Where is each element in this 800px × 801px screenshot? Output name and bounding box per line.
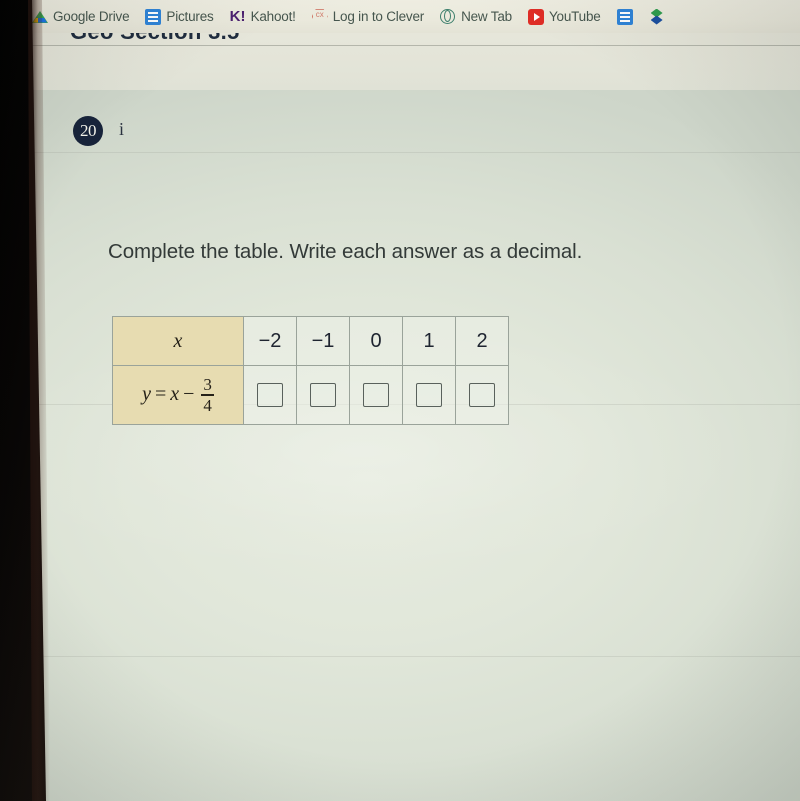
browser-screen: 20 i Complete the table. Write each answ…: [30, 0, 800, 801]
globe-icon: [440, 8, 456, 25]
equation-variable: x: [170, 383, 180, 406]
youtube-icon: [527, 8, 544, 25]
table-row-label-equation: y = x − 3 4: [112, 365, 244, 425]
table-row-label-x: x: [112, 316, 244, 366]
bookmark-label: Pictures: [166, 9, 214, 24]
bookmark-youtube[interactable]: YouTube: [527, 8, 601, 25]
answer-cell[interactable]: [349, 365, 403, 425]
table-row: y = x − 3 4: [112, 365, 509, 425]
bookmark-label: Kahoot!: [250, 9, 296, 24]
header-divider: [30, 45, 800, 46]
x-value-cell: −2: [243, 316, 297, 366]
answer-input-box[interactable]: [416, 383, 442, 407]
question-prompt: Complete the table. Write each answer as…: [108, 240, 583, 263]
fraction-numerator: 3: [203, 374, 212, 394]
document-icon: [616, 8, 633, 25]
page-title: Geo Section 3.5: [70, 33, 240, 45]
divider-line: [30, 656, 800, 657]
x-value-cell: 0: [349, 316, 403, 366]
bookmark-clever[interactable]: Log in to Clever: [312, 9, 425, 25]
bookmarks-bar: Google Drive Pictures K! Kahoot! Log in …: [30, 0, 800, 33]
bookmark-dropbox[interactable]: [649, 9, 665, 25]
equation-equals: =: [154, 383, 167, 406]
answer-input-box[interactable]: [257, 383, 283, 407]
answer-cell[interactable]: [402, 365, 456, 425]
divider-line: [30, 152, 800, 153]
table-row: x −2 −1 0 1 2: [112, 316, 509, 366]
value-table: x −2 −1 0 1 2 y = x − 3 4: [112, 316, 509, 425]
bookmark-label: New Tab: [461, 9, 512, 24]
google-drive-icon: [32, 9, 48, 25]
answer-input-box[interactable]: [363, 383, 389, 407]
x-value-cell: −1: [296, 316, 350, 366]
answer-cell[interactable]: [455, 365, 509, 425]
bookmark-document[interactable]: [616, 8, 633, 25]
fraction-denominator: 4: [203, 395, 212, 415]
info-icon[interactable]: i: [119, 119, 124, 140]
answer-input-box[interactable]: [469, 383, 495, 407]
question-number-badge: 20: [73, 116, 103, 146]
bookmark-google-drive[interactable]: Google Drive: [32, 9, 130, 25]
answer-cell[interactable]: [296, 365, 350, 425]
dropbox-diamond-icon: [649, 9, 665, 25]
answer-input-box[interactable]: [310, 383, 336, 407]
equation-operator: −: [183, 383, 195, 406]
x-variable-label: x: [173, 329, 183, 352]
bookmark-label: Google Drive: [53, 9, 130, 24]
clever-icon: [312, 9, 328, 25]
equation-expression: y = x − 3 4: [142, 376, 214, 414]
bookmark-label: YouTube: [548, 9, 601, 24]
answer-cell[interactable]: [243, 365, 297, 425]
bookmark-pictures[interactable]: Pictures: [145, 8, 214, 25]
equation-lhs: y: [142, 383, 151, 406]
bookmark-kahoot[interactable]: K! Kahoot!: [229, 7, 296, 25]
bookmark-label: Log in to Clever: [332, 9, 425, 24]
screen-photo: 20 i Complete the table. Write each answ…: [0, 0, 800, 801]
fraction: 3 4: [201, 376, 214, 414]
assignment-header: Geo Section 3.5: [30, 33, 800, 90]
bookmark-new-tab[interactable]: New Tab: [440, 8, 512, 25]
question-panel: 20 i Complete the table. Write each answ…: [30, 90, 800, 801]
kahoot-icon: K!: [229, 7, 246, 25]
x-value-cell: 2: [455, 316, 509, 366]
x-value-cell: 1: [402, 316, 456, 366]
document-icon: [145, 8, 162, 25]
